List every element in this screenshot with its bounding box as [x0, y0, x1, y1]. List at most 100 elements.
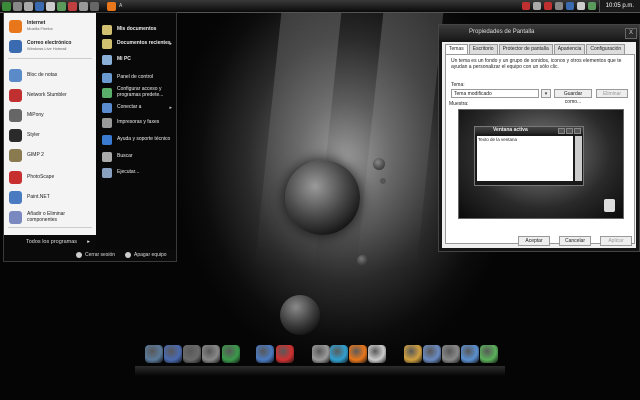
planet-small — [373, 158, 385, 170]
all-programs-label: Todos los programas — [26, 239, 78, 245]
place-item[interactable]: Buscar — [96, 152, 176, 162]
tray-icon[interactable] — [565, 2, 574, 10]
dock-paw-icon[interactable] — [368, 345, 386, 363]
program-item[interactable]: PhotoScape — [4, 168, 96, 186]
place-item[interactable]: Documentos recientes ▸ — [96, 39, 176, 49]
accept-button[interactable]: Aceptar — [518, 236, 550, 246]
tray-icon[interactable] — [532, 2, 541, 10]
mipony-icon — [9, 108, 22, 122]
program-subtitle: Windows Live Hotmail — [27, 46, 67, 51]
dialog-titlebar[interactable]: Propiedades de Pantalla — [439, 25, 639, 40]
all-programs-button[interactable]: Todos los programas ▸ — [4, 235, 96, 249]
chevron-down-icon[interactable]: ▾ — [541, 89, 551, 98]
dock-calendar-icon[interactable] — [423, 345, 441, 363]
dock-clock-icon[interactable] — [442, 345, 460, 363]
start-icon[interactable] — [2, 1, 11, 11]
dialog-body: Temas Escritorio Protector de pantalla Apar… — [442, 42, 636, 248]
place-item[interactable]: Panel de control — [96, 73, 176, 83]
dock-screen-icon[interactable] — [276, 345, 294, 363]
theme-select[interactable]: Tema modificado — [451, 89, 539, 98]
dock-folder-icon[interactable] — [164, 345, 182, 363]
dock-settings-icon[interactable] — [404, 345, 422, 363]
shutdown-label: Apagar equipo — [134, 252, 167, 258]
place-label: Documentos recientes — [117, 40, 171, 47]
add-remove-icon — [9, 210, 22, 224]
chevron-right-icon: ▸ — [169, 105, 172, 111]
shutdown-button[interactable]: Apagar equipo — [125, 249, 167, 261]
start-menu: Internet Mozilla Firefox Correo electrónic… — [3, 12, 177, 262]
app-icon[interactable] — [68, 1, 77, 11]
firefox-icon — [9, 19, 22, 33]
dock-film-icon[interactable] — [202, 345, 220, 363]
tray-icon[interactable] — [554, 2, 563, 10]
dock-monitor-icon[interactable] — [183, 345, 201, 363]
search-icon — [102, 152, 112, 162]
place-item[interactable]: Ayuda y soporte técnico — [96, 135, 176, 145]
dock-users-icon[interactable] — [480, 345, 498, 363]
place-item[interactable]: Impresoras y faxes — [96, 118, 176, 128]
program-label: Styler — [27, 132, 40, 138]
clock[interactable]: 10:05 p.m. — [598, 0, 640, 12]
tray-icon[interactable] — [521, 2, 530, 10]
logoff-button[interactable]: Cerrar sesión — [76, 249, 115, 261]
utorrent-icon[interactable] — [57, 1, 66, 11]
network-icon[interactable] — [587, 2, 596, 10]
run-icon — [102, 168, 112, 178]
dock-network-icon[interactable] — [145, 345, 163, 363]
tab-3[interactable]: Apariencia — [553, 44, 586, 54]
program-item[interactable]: MiPony — [4, 106, 96, 124]
dock-globe-icon[interactable] — [222, 345, 240, 363]
apply-button[interactable]: Aplicar — [600, 236, 632, 246]
program-item[interactable]: Network Stumbler — [4, 86, 96, 104]
program-item[interactable]: Añadir o Eliminar componentes — [4, 208, 96, 226]
dock-messenger-icon[interactable] — [330, 345, 348, 363]
save-as-button[interactable]: Guardar como... — [554, 89, 592, 105]
tab-1[interactable]: Escritorio — [468, 44, 498, 54]
cancel-button[interactable]: Cancelar — [559, 236, 591, 246]
program-item[interactable]: Bloc de notas — [4, 66, 96, 84]
my-computer-icon — [102, 55, 112, 65]
program-item[interactable]: Styler — [4, 126, 96, 144]
app-icon[interactable] — [90, 1, 99, 11]
styler-icon — [9, 128, 22, 142]
place-label: Mis documentos — [117, 26, 157, 33]
place-item[interactable]: Mis documentos — [96, 25, 176, 35]
program-item[interactable]: Internet Mozilla Firefox — [4, 17, 96, 35]
dock-firefox-icon[interactable] — [349, 345, 367, 363]
theme-label: Tema: — [451, 82, 465, 88]
place-label: Configurar acceso y programas predete... — [117, 86, 164, 98]
program-item[interactable]: Correo electrónico Windows Live Hotmail — [4, 37, 96, 55]
volume-icon[interactable] — [576, 2, 585, 10]
firefox-icon[interactable] — [107, 1, 116, 11]
control-panel-icon — [102, 73, 112, 83]
display-properties-dialog: Propiedades de Pantalla X Temas Escritori… — [438, 24, 640, 252]
close-button[interactable]: X — [625, 28, 637, 39]
tab-0[interactable]: Temas — [445, 44, 468, 54]
program-item[interactable]: GIMP 2 — [4, 146, 96, 164]
dock-desktop-icon[interactable] — [256, 345, 274, 363]
close-icon — [574, 128, 581, 134]
dock-music-icon[interactable] — [312, 345, 330, 363]
app-icon[interactable] — [79, 1, 88, 11]
place-item[interactable]: Configurar acceso y programas predete... — [96, 86, 176, 98]
explorer-icon[interactable] — [24, 1, 33, 11]
default-programs-icon — [102, 87, 112, 98]
ie-icon[interactable] — [35, 1, 44, 11]
desktop-icon[interactable] — [13, 1, 22, 11]
planet-large — [285, 160, 360, 235]
program-item[interactable]: Paint.NET — [4, 188, 96, 206]
place-item[interactable]: Ejecutar... — [96, 168, 176, 178]
dock-media-icon[interactable] — [461, 345, 479, 363]
place-item[interactable]: Mi PC — [96, 55, 176, 65]
window-icon[interactable] — [46, 1, 55, 11]
taskbar-label[interactable]: A — [119, 3, 122, 9]
place-label: Impresoras y faxes — [117, 119, 160, 126]
dock — [142, 342, 500, 368]
tab-panel-themes: Un tema es un fondo y un grupo de sonido… — [445, 54, 635, 244]
tab-2[interactable]: Protector de pantalla — [498, 44, 553, 54]
tray-icon[interactable] — [543, 2, 552, 10]
place-item[interactable]: Conectar a ▸ — [96, 103, 176, 113]
preview-window-text: Texto de la ventana — [477, 136, 573, 181]
delete-button[interactable]: Eliminar — [596, 89, 628, 98]
tab-4[interactable]: Configuración — [586, 44, 626, 54]
